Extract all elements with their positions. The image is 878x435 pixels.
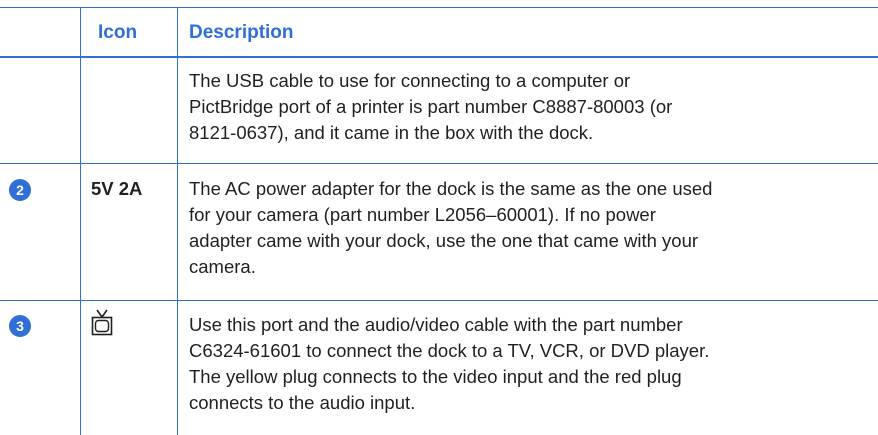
description-line: 8121-0637), and it came in the box with … [189, 122, 594, 143]
description-line: C6324-61601 to connect the dock to a TV,… [189, 340, 710, 361]
column-header-icon: Icon [98, 22, 138, 43]
row-divider [0, 163, 878, 164]
column-header-description: Description [189, 22, 294, 43]
power-rating-label: 5V 2A [91, 178, 143, 199]
row-description: The AC power adapter for the dock is the… [189, 176, 712, 280]
row-description: Use this port and the audio/video cable … [189, 312, 709, 416]
description-line: adapter came with your dock, use the one… [189, 230, 699, 251]
description-line: Use this port and the audio/video cable … [189, 314, 683, 335]
description-line: for your camera (part number L2056–60001… [189, 204, 656, 225]
row-description: The USB cable to use for connecting to a… [189, 68, 672, 146]
description-line: connects to the audio input. [189, 392, 416, 413]
row-divider [0, 300, 878, 301]
table-top-rule [0, 7, 878, 8]
column-divider [177, 7, 178, 435]
description-line: The AC power adapter for the dock is the… [189, 178, 713, 199]
callout-number: 3 [9, 315, 31, 337]
description-line: The USB cable to use for connecting to a… [189, 70, 631, 91]
tv-icon [91, 309, 113, 336]
column-divider [80, 7, 81, 435]
description-line: The yellow plug connects to the video in… [189, 366, 682, 387]
description-line: PictBridge port of a printer is part num… [189, 96, 673, 117]
header-rule [0, 56, 878, 58]
callout-number: 2 [9, 179, 31, 201]
description-line: camera. [189, 256, 256, 277]
